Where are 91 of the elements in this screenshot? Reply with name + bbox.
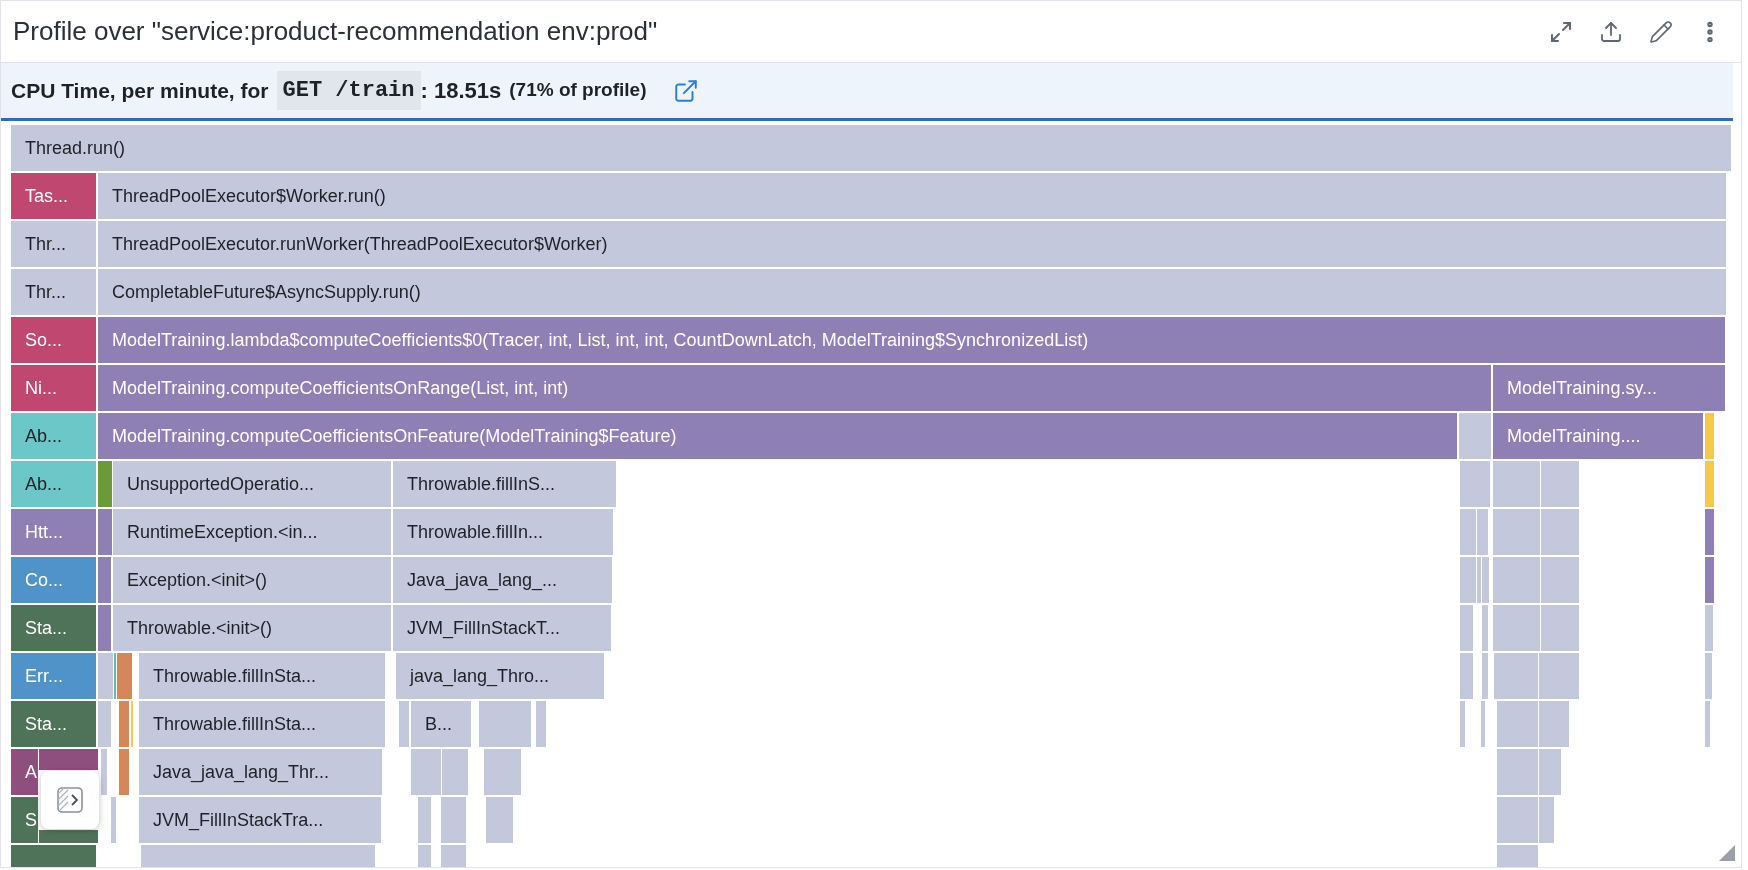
flame-sliver — [1705, 557, 1714, 603]
flame-frame[interactable]: ThreadPoolExecutor.runWorker(ThreadPoolExecutor$Worker) — [98, 221, 1726, 267]
flame-sliver — [399, 701, 409, 747]
endpoint-chip: GET /train — [276, 71, 421, 110]
flame-sliver — [1497, 701, 1538, 747]
flame-sliver — [441, 797, 466, 843]
flame-sliver — [1705, 413, 1714, 459]
flame-sliver — [39, 830, 98, 843]
flame-frame[interactable]: Thr... — [11, 269, 96, 315]
resize-handle-icon — [1719, 845, 1735, 861]
flame-frame[interactable]: B... — [411, 701, 471, 747]
flame-sliver — [1493, 557, 1540, 603]
summary-label: CPU Time, per minute, for — [11, 77, 269, 104]
flame-sliver — [1460, 605, 1473, 651]
flame-frame[interactable]: ModelTraining.... — [1493, 413, 1703, 459]
flame-sliver — [1705, 701, 1710, 747]
flame-frame[interactable]: Ab... — [11, 461, 96, 507]
summary-share: (71% of profile) — [509, 78, 647, 103]
flame-frame[interactable]: Throwable.fillInSta... — [139, 653, 385, 699]
flame-sliver — [1705, 461, 1714, 507]
flame-sliver — [1460, 701, 1465, 747]
flame-sliver — [1482, 653, 1488, 699]
flame-sliver — [101, 749, 107, 795]
flame-sliver — [1541, 557, 1579, 603]
flame-frame[interactable]: Java_java_lang_... — [393, 557, 612, 603]
flame-sliver — [39, 749, 98, 770]
flame-sliver — [1493, 605, 1540, 651]
flame-frame[interactable]: ThreadPoolExecutor$Worker.run() — [98, 173, 1726, 219]
flame-sliver — [1705, 605, 1713, 651]
flame-sliver — [442, 749, 468, 795]
flame-sliver — [98, 461, 112, 507]
flame-frame[interactable]: Throwable.fillInSta... — [139, 701, 385, 747]
flame-frame[interactable]: ModelTraining.sy... — [1493, 365, 1725, 411]
flame-frame[interactable]: java_lang_Thro... — [396, 653, 604, 699]
flame-sliver — [1541, 605, 1579, 651]
flame-frame[interactable]: Ab... — [11, 413, 96, 459]
flame-sliver — [98, 557, 111, 603]
sidebar-toggle-button[interactable] — [41, 771, 99, 829]
flame-frame[interactable]: Thr... — [11, 221, 96, 267]
flame-sliver — [536, 701, 546, 747]
flame-sliver — [1494, 653, 1538, 699]
flame-sliver — [111, 797, 116, 843]
flame-sliver — [1705, 509, 1714, 555]
flame-sliver — [418, 797, 431, 843]
flame-sliver — [1539, 701, 1569, 747]
flame-sliver — [1493, 509, 1540, 555]
flame-frame[interactable]: Exception.<init>() — [113, 557, 391, 603]
flame-sliver — [1541, 461, 1579, 507]
flame-sliver — [119, 701, 129, 747]
flame-frame[interactable]: Sta... — [11, 701, 96, 747]
flame-sliver — [411, 749, 441, 795]
flame-frame[interactable]: Htt... — [11, 509, 96, 555]
flame-sliver — [1459, 413, 1491, 459]
flame-sliver — [1539, 653, 1579, 699]
flame-sliver — [1460, 461, 1490, 507]
flame-frame[interactable]: S — [11, 797, 38, 843]
flame-frame[interactable]: ModelTraining.computeCoefficientsOnFeature(ModelTraining$Feature) — [98, 413, 1457, 459]
flame-frame[interactable]: UnsupportedOperatio... — [113, 461, 391, 507]
flame-sliver — [484, 749, 521, 795]
flame-sliver — [1482, 605, 1488, 651]
flame-frame[interactable]: Tas... — [11, 173, 96, 219]
flame-frame[interactable]: ModelTraining.computeCoefficientsOnRange(List, int, int) — [98, 365, 1491, 411]
summary-value: : 18.51s — [420, 77, 502, 105]
flame-sliver — [98, 509, 112, 555]
flame-frame[interactable]: ModelTraining.lambda$computeCoefficients$0(Tracer, int, List, int, int, CountDownLatch, ModelTraining$SynchronizedList) — [98, 317, 1725, 363]
flame-sliver — [98, 701, 111, 747]
flame-sliver — [1493, 461, 1540, 507]
external-link-icon[interactable] — [672, 77, 699, 104]
flame-frame[interactable]: Throwable.<init>() — [113, 605, 391, 651]
flame-frame[interactable]: Throwable.fillIn... — [393, 509, 613, 555]
flame-frame[interactable]: Java_java_lang_Thr... — [139, 749, 382, 795]
flame-sliver — [1541, 509, 1579, 555]
flame-sliver — [1705, 653, 1712, 699]
flame-sliver — [98, 605, 111, 651]
widget-title: Profile over "service:product-recommendation env:prod" — [13, 15, 658, 48]
flame-sliver — [486, 797, 513, 843]
flame-frame[interactable]: Ni... — [11, 365, 96, 411]
flame-frame[interactable]: Sta... — [11, 605, 96, 651]
flame-sliver — [479, 701, 531, 747]
flame-frame[interactable]: JVM_FillInStackT... — [393, 605, 611, 651]
flame-frame[interactable]: Throwable.fillInS... — [393, 461, 616, 507]
flame-frame[interactable]: JVM_FillInStackTra... — [139, 797, 381, 843]
flame-frame[interactable]: A — [11, 749, 38, 795]
flame-frame[interactable]: CompletableFuture$AsyncSupply.run() — [98, 269, 1726, 315]
panel-expand-icon — [55, 785, 85, 815]
flame-sliver — [1481, 701, 1485, 747]
flame-sliver — [119, 749, 129, 795]
flame-frame[interactable]: RuntimeException.<in... — [113, 509, 391, 555]
flame-frame[interactable]: So... — [11, 317, 96, 363]
flame-frame[interactable]: Thread.run() — [11, 125, 1731, 171]
flame-sliver — [1460, 653, 1473, 699]
